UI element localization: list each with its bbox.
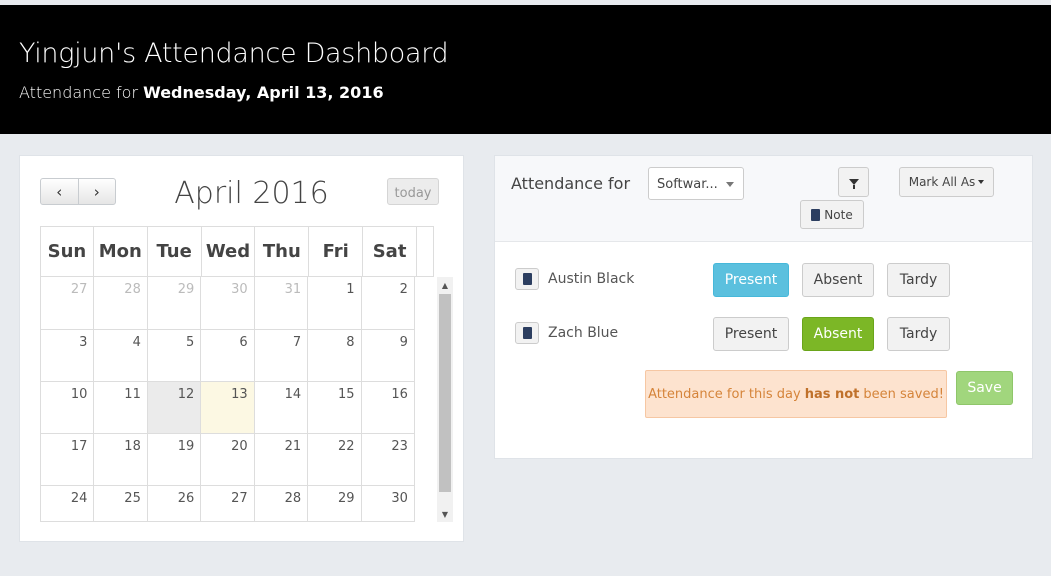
weekday-tue: Tue [148,227,202,276]
scroll-down-icon[interactable]: ▼ [437,506,453,522]
calendar-day[interactable]: 7 [255,330,309,381]
warning-prefix: Attendance for this day [648,386,801,402]
student-row: Austin Black Present Absent Tardy [515,263,1015,297]
absent-button[interactable]: Absent [802,317,874,351]
calendar-day[interactable]: 27 [201,486,255,521]
caret-down-icon [978,180,985,184]
student-name: Zach Blue [548,325,619,341]
calendar-day-today[interactable]: 13 [201,382,255,433]
calendar-day[interactable]: 9 [362,330,415,381]
filter-button[interactable] [838,167,869,197]
warning-bold: has not [804,386,860,402]
note-button[interactable]: Note [800,200,864,229]
book-icon [522,327,532,339]
student-note-button[interactable] [515,268,539,290]
calendar-day[interactable]: 1 [308,277,362,329]
calendar-day[interactable]: 19 [148,434,202,485]
calendar-day[interactable]: 17 [41,434,95,485]
attendance-panel: Attendance for Softwar... Mark All As No… [494,155,1033,459]
present-button[interactable]: Present [713,263,789,297]
scrollbar-thumb[interactable] [439,294,451,492]
calendar-scrollbar[interactable]: ▲ ▼ [437,277,453,522]
student-name: Austin Black [548,271,635,287]
page-title: Yingjun's Attendance Dashboard [19,38,449,69]
calendar-day[interactable]: 28 [94,277,148,329]
caret-down-icon [726,182,734,187]
tardy-button[interactable]: Tardy [887,317,950,351]
calendar-day[interactable]: 30 [362,486,415,521]
calendar-day[interactable]: 29 [148,277,202,329]
book-icon [811,208,821,221]
weekday-fri: Fri [309,227,364,276]
scroll-gutter [417,227,433,276]
calendar-week: 27 28 29 30 31 1 2 [41,277,415,329]
calendar-day[interactable]: 5 [148,330,202,381]
student-row: Zach Blue Present Absent Tardy [515,317,1015,351]
calendar-day[interactable]: 28 [255,486,309,521]
calendar-week: 17 18 19 20 21 22 23 [41,433,415,485]
calendar-day[interactable]: 30 [201,277,255,329]
scroll-up-icon[interactable]: ▲ [437,277,453,293]
calendar-day[interactable]: 18 [94,434,148,485]
calendar-day[interactable]: 21 [255,434,309,485]
present-button[interactable]: Present [713,317,789,351]
warning-suffix: been saved! [863,386,944,402]
absent-button[interactable]: Absent [802,263,874,297]
calendar-day[interactable]: 20 [201,434,255,485]
weekday-sat: Sat [363,227,418,276]
calendar-day-selected[interactable]: 12 [147,382,202,433]
class-select-value: Softwar... [657,177,718,192]
calendar-week: 10 11 12 13 14 15 16 [41,381,415,433]
calendar-day[interactable]: 31 [255,277,309,329]
tardy-button[interactable]: Tardy [887,263,950,297]
calendar-day[interactable]: 27 [41,277,95,329]
weekday-header: Sun Mon Tue Wed Thu Fri Sat [40,226,434,277]
calendar-day[interactable]: 16 [362,382,415,433]
subtitle-prefix: Attendance for [19,83,139,102]
calendar-weeks: 27 28 29 30 31 1 2 3 4 5 6 7 8 9 10 11 1… [40,277,415,522]
weekday-sun: Sun [41,227,94,276]
mark-all-as-label: Mark All As [908,175,976,189]
weekday-wed: Wed [202,227,256,276]
calendar-day[interactable]: 24 [41,486,95,521]
calendar-day[interactable]: 29 [308,486,362,521]
weekday-mon: Mon [94,227,148,276]
calendar-day[interactable]: 14 [255,382,309,433]
today-button[interactable]: today [387,178,439,205]
calendar-day[interactable]: 2 [362,277,415,329]
calendar-day[interactable]: 23 [362,434,415,485]
page-subtitle: Attendance for Wednesday, April 13, 2016 [19,83,384,102]
page-header: Yingjun's Attendance Dashboard Attendanc… [0,5,1051,134]
calendar-day[interactable]: 6 [201,330,255,381]
calendar-day[interactable]: 11 [94,382,148,433]
calendar-panel: ‹ › April 2016 today Sun Mon Tue Wed Thu… [19,155,464,542]
class-select[interactable]: Softwar... [648,167,744,200]
student-note-button[interactable] [515,322,539,344]
mark-all-as-dropdown[interactable]: Mark All As [899,167,994,197]
save-button[interactable]: Save [956,371,1013,405]
calendar-day[interactable]: 3 [41,330,95,381]
calendar-day[interactable]: 10 [41,382,95,433]
calendar-day[interactable]: 8 [308,330,362,381]
subtitle-date: Wednesday, April 13, 2016 [143,83,384,102]
calendar-day[interactable]: 25 [94,486,148,521]
calendar-grid: Sun Mon Tue Wed Thu Fri Sat 27 28 29 30 … [40,226,453,522]
calendar-day[interactable]: 22 [308,434,362,485]
note-label: Note [824,207,853,222]
attendance-toolbar: Attendance for Softwar... Mark All As No… [495,156,1032,242]
calendar-week: 24 25 26 27 28 29 30 [41,485,415,521]
calendar-day[interactable]: 26 [148,486,202,521]
unsaved-warning: Attendance for this day has not been sav… [645,370,947,418]
calendar-day[interactable]: 15 [308,382,362,433]
attendance-for-label: Attendance for [511,174,631,193]
book-icon [522,273,532,285]
filter-icon [848,179,859,189]
calendar-week: 3 4 5 6 7 8 9 [41,329,415,381]
calendar-day[interactable]: 4 [94,330,148,381]
weekday-thu: Thu [255,227,310,276]
